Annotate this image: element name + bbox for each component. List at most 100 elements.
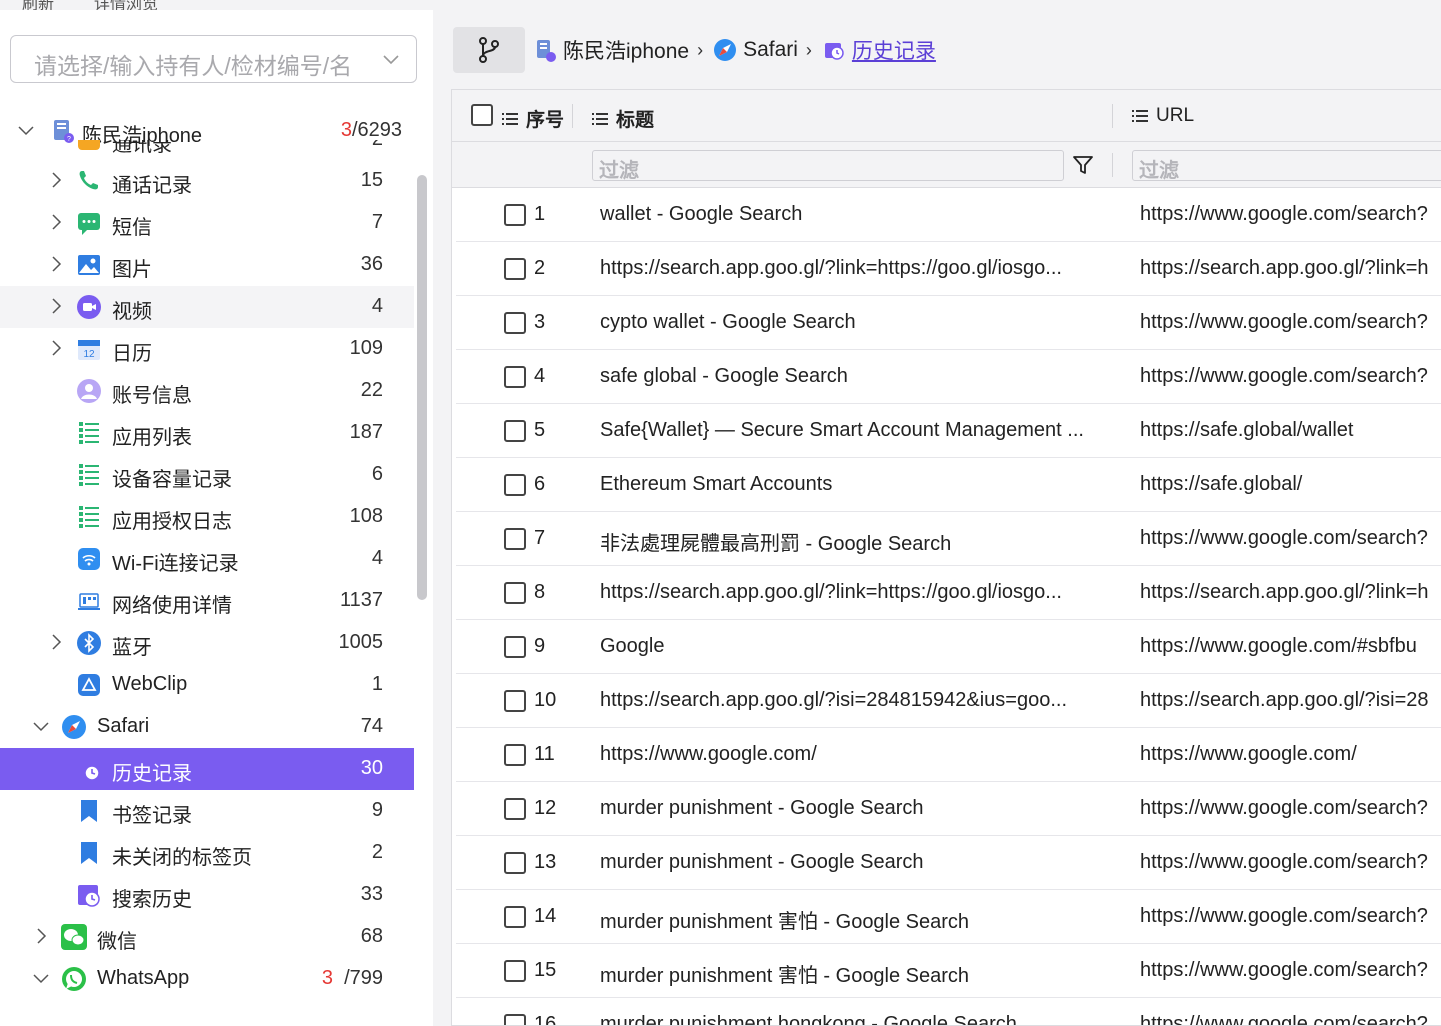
table-row[interactable]: 5 Safe{Wallet} — Secure Smart Account Man… xyxy=(456,404,1441,458)
tree-item-contacts[interactable]: 通讯录 2 xyxy=(0,140,414,160)
row-checkbox[interactable] xyxy=(504,312,526,334)
tree-item-10[interactable]: 网络使用详情 1137 xyxy=(0,580,414,622)
breadcrumb: 陈民浩iphone › Safari › 历史记录 xyxy=(533,32,936,68)
tree-item-count: 22 xyxy=(360,379,383,401)
table-row[interactable]: 15 murder punishment 害怕 - Google Search ht… xyxy=(456,944,1441,998)
row-title: murder punishment - Google Search xyxy=(600,797,924,819)
table-row[interactable]: 8 https://search.app.goo.gl/?link=https:/… xyxy=(456,566,1441,620)
row-url: https://www.google.com/search? xyxy=(1140,797,1428,819)
history-icon xyxy=(824,43,844,60)
table-row[interactable]: 10 https://search.app.goo.gl/?isi=2848159… xyxy=(456,674,1441,728)
tree-item-label: 微信 xyxy=(97,931,137,953)
chevron-right-icon[interactable] xyxy=(48,634,64,650)
tree-item-8[interactable]: 应用授权日志 108 xyxy=(0,496,414,538)
chevron-down-icon[interactable] xyxy=(33,718,49,734)
breadcrumb-current[interactable]: 历史记录 xyxy=(822,35,936,65)
table-row[interactable]: 7 非法處理屍體最高刑罰 - Google Search https://www.g… xyxy=(456,512,1441,566)
tree-item-0[interactable]: 通话记录 15 xyxy=(0,160,414,202)
table-row[interactable]: 3 cypto wallet - Google Search https://www… xyxy=(456,296,1441,350)
chevron-right-icon[interactable] xyxy=(48,214,64,230)
holder-selector[interactable]: 请选择/输入持有人/检材编号/名 xyxy=(10,35,417,83)
table-row[interactable]: 13 murder punishment - Google Search https… xyxy=(456,836,1441,890)
branch-view-button[interactable] xyxy=(453,27,525,73)
chevron-right-icon[interactable] xyxy=(48,256,64,272)
tree-item-7[interactable]: 设备容量记录 6 xyxy=(0,454,414,496)
chevron-right-icon[interactable] xyxy=(48,172,64,188)
row-checkbox[interactable] xyxy=(504,366,526,388)
tree-item-count: 7 xyxy=(371,211,383,233)
column-header-seq[interactable]: 序号 xyxy=(502,105,564,132)
row-checkbox[interactable] xyxy=(504,906,526,928)
breadcrumb-device-label: 陈民浩iphone xyxy=(563,40,690,63)
tree-item-count: 74 xyxy=(360,715,383,737)
tree-item-9[interactable]: Wi-Fi连接记录 4 xyxy=(0,538,414,580)
tree-item-label: 应用列表 xyxy=(112,427,192,449)
chevron-down-icon[interactable] xyxy=(33,970,49,986)
tree-item-count: 4 xyxy=(371,547,383,569)
url-filter-input[interactable]: 过滤 xyxy=(1132,150,1441,182)
tree-item-safari[interactable]: Safari 74 xyxy=(0,706,414,748)
chevron-right-icon[interactable] xyxy=(33,928,49,944)
row-checkbox[interactable] xyxy=(504,1014,526,1025)
select-all-checkbox[interactable] xyxy=(471,104,493,126)
row-checkbox[interactable] xyxy=(504,798,526,820)
table-row[interactable]: 2 https://search.app.goo.gl/?link=https:/… xyxy=(456,242,1441,296)
table-row[interactable]: 12 murder punishment - Google Search https… xyxy=(456,782,1441,836)
tree-item-count: 108 xyxy=(349,505,383,527)
tree-item-safari-0[interactable]: 历史记录 30 xyxy=(0,748,414,790)
breadcrumb-device[interactable]: 陈民浩iphone xyxy=(533,35,689,65)
row-url: https://www.google.com/search? xyxy=(1140,527,1428,549)
table-row[interactable]: 4 safe global - Google Search https://www.… xyxy=(456,350,1441,404)
tree-scrollbar[interactable] xyxy=(417,175,427,600)
tree-item-label: 图片 xyxy=(112,259,152,281)
bookmark-icon xyxy=(81,800,97,822)
tree-item-wechat[interactable]: 微信 68 xyxy=(0,916,414,958)
tree-item-whatsapp[interactable]: WhatsApp 3 /799 xyxy=(0,958,414,1000)
column-divider[interactable] xyxy=(572,104,573,128)
table-row[interactable]: 14 murder punishment 害怕 - Google Search ht… xyxy=(456,890,1441,944)
table-row[interactable]: 6 Ethereum Smart Accounts https://safe.glo… xyxy=(456,458,1441,512)
table-header: 序号 标题 URL xyxy=(452,90,1441,142)
column-divider[interactable] xyxy=(1112,104,1113,128)
row-checkbox[interactable] xyxy=(504,204,526,226)
table-row[interactable]: 1 wallet - Google Search https://www.googl… xyxy=(456,188,1441,242)
tree-item-3[interactable]: 视频 4 xyxy=(0,286,414,328)
row-title: murder punishment 害怕 - Google Search xyxy=(600,965,970,987)
tree-item-11[interactable]: 蓝牙 1005 xyxy=(0,622,414,664)
row-checkbox[interactable] xyxy=(504,582,526,604)
row-title: Ethereum Smart Accounts xyxy=(600,473,833,495)
row-checkbox[interactable] xyxy=(504,474,526,496)
tree-item-safari-3[interactable]: 搜索历史 33 xyxy=(0,874,414,916)
filter-icon[interactable] xyxy=(1072,154,1094,176)
chevron-right-icon[interactable] xyxy=(48,340,64,356)
tree-item-5[interactable]: 账号信息 22 xyxy=(0,370,414,412)
tree-item-12[interactable]: WebClip 1 xyxy=(0,664,414,706)
chevron-down-icon[interactable] xyxy=(18,122,34,138)
table-row[interactable]: 16 murder punishment hongkong - Google Se… xyxy=(456,998,1441,1025)
column-menu-icon xyxy=(502,112,518,125)
row-checkbox[interactable] xyxy=(504,420,526,442)
title-filter-input[interactable]: 过滤 xyxy=(592,150,1064,182)
row-checkbox[interactable] xyxy=(504,690,526,712)
table-row[interactable]: 9 Google https://www.google.com/#sbfbu xyxy=(456,620,1441,674)
row-checkbox[interactable] xyxy=(504,744,526,766)
column-menu-icon xyxy=(592,112,608,125)
row-checkbox[interactable] xyxy=(504,636,526,658)
row-checkbox[interactable] xyxy=(504,528,526,550)
row-title: https://search.app.goo.gl/?link=https://… xyxy=(600,581,1062,603)
chevron-right-icon[interactable] xyxy=(48,298,64,314)
row-checkbox[interactable] xyxy=(504,258,526,280)
row-checkbox[interactable] xyxy=(504,960,526,982)
column-header-url[interactable]: URL xyxy=(1132,105,1194,127)
tree-item-1[interactable]: 短信 7 xyxy=(0,202,414,244)
column-header-title[interactable]: 标题 xyxy=(592,105,654,132)
git-branch-icon xyxy=(479,37,499,63)
breadcrumb-app[interactable]: Safari xyxy=(713,38,798,62)
table-row[interactable]: 11 https://www.google.com/https://www.goo… xyxy=(456,728,1441,782)
tree-item-6[interactable]: 应用列表 187 xyxy=(0,412,414,454)
tree-item-safari-1[interactable]: 书签记录 9 xyxy=(0,790,414,832)
tree-item-4[interactable]: 12 日历 109 xyxy=(0,328,414,370)
tree-item-safari-2[interactable]: 未关闭的标签页 2 xyxy=(0,832,414,874)
row-checkbox[interactable] xyxy=(504,852,526,874)
tree-item-2[interactable]: 图片 36 xyxy=(0,244,414,286)
